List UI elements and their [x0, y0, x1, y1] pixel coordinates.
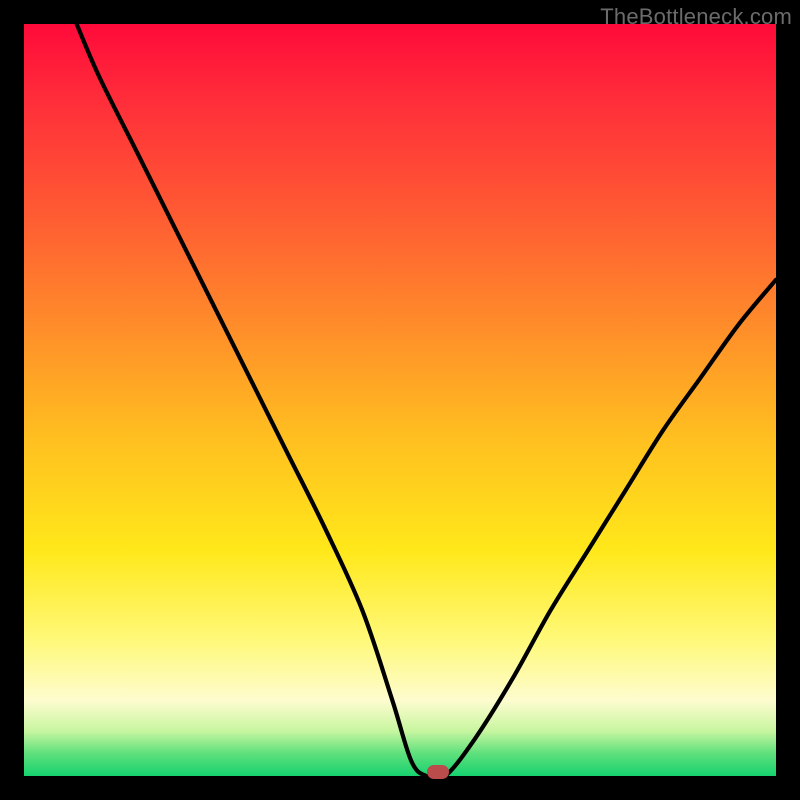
plot-area: [24, 24, 776, 776]
bottleneck-curve: [77, 24, 776, 779]
optimal-point-marker: [427, 765, 449, 779]
curve-svg: [24, 24, 776, 776]
chart-stage: TheBottleneck.com: [0, 0, 800, 800]
